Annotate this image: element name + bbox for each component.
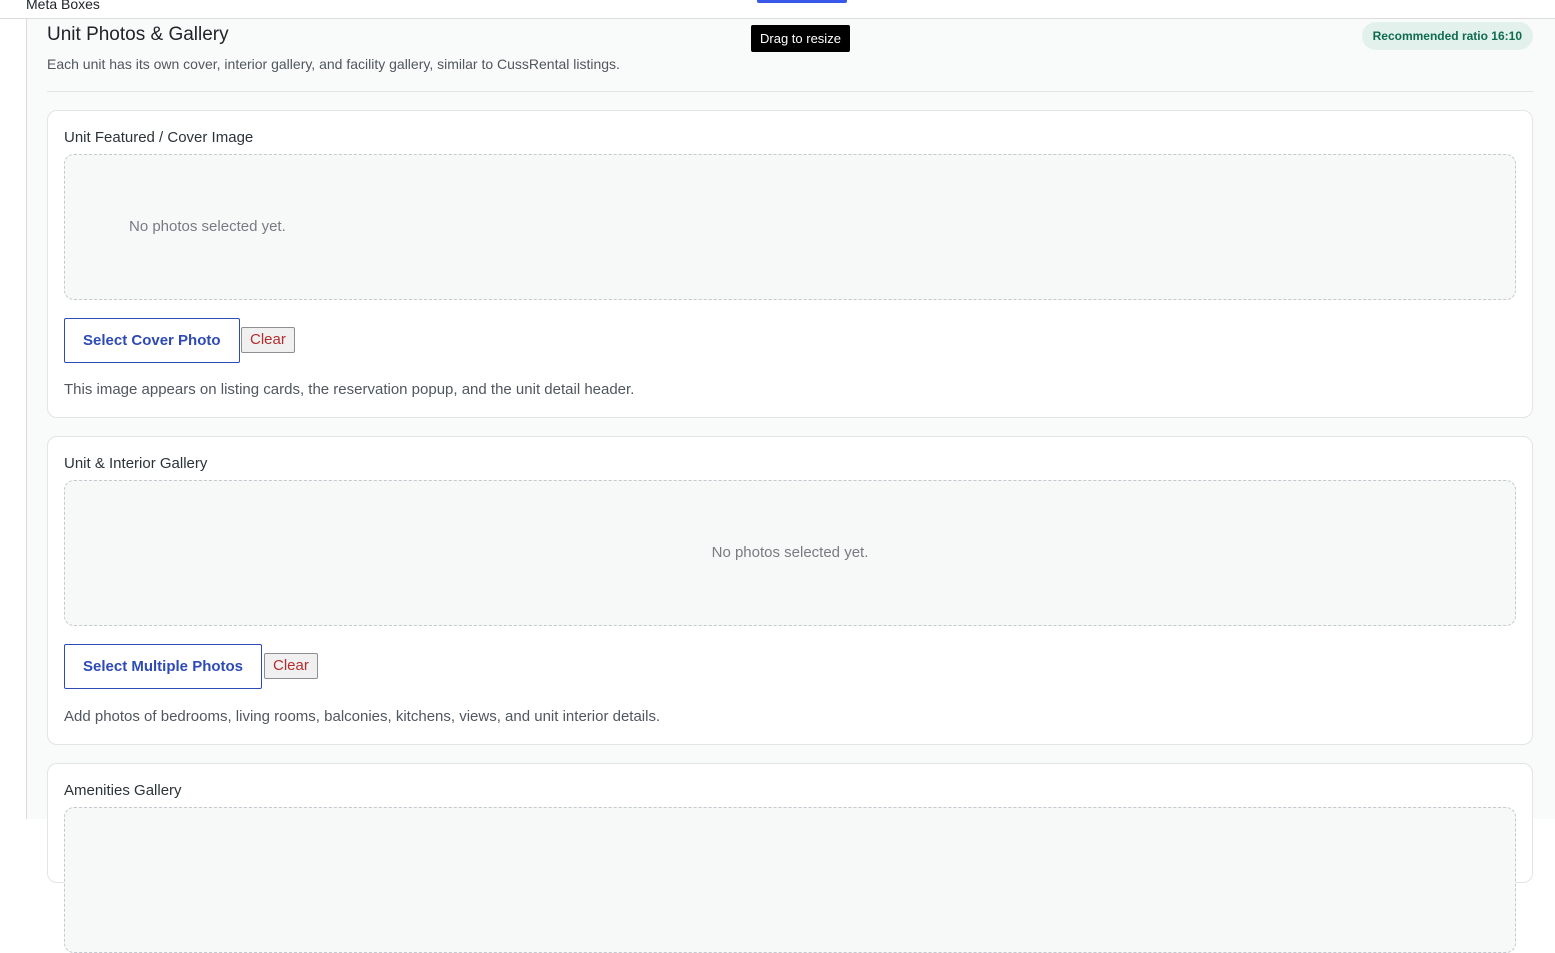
amenities-gallery-card: Amenities Gallery: [47, 763, 1533, 953]
interior-gallery-card: Unit & Interior Gallery No photos select…: [47, 436, 1533, 745]
cover-help-text: This image appears on listing cards, the…: [64, 381, 635, 398]
clear-cover-button[interactable]: Clear: [241, 327, 295, 353]
interior-help-text: Add photos of bedrooms, living rooms, ba…: [64, 708, 661, 725]
interior-gallery-label: Unit & Interior Gallery: [64, 455, 208, 472]
cover-image-card: Unit Featured / Cover Image No photos se…: [47, 110, 1533, 418]
cover-empty-text: No photos selected yet.: [129, 218, 286, 235]
cover-image-dropzone[interactable]: No photos selected yet.: [64, 154, 1516, 300]
meta-boxes-bar: Meta Boxes: [0, 0, 1555, 19]
header-divider: [47, 91, 1533, 92]
resize-handle[interactable]: [757, 0, 847, 3]
clear-interior-button[interactable]: Clear: [264, 653, 318, 679]
select-cover-photo-button[interactable]: Select Cover Photo: [64, 318, 240, 363]
interior-gallery-dropzone[interactable]: No photos selected yet.: [64, 480, 1516, 626]
amenities-gallery-label: Amenities Gallery: [64, 782, 182, 799]
ratio-badge: Recommended ratio 16:10: [1361, 22, 1533, 50]
select-multiple-photos-button[interactable]: Select Multiple Photos: [64, 644, 263, 689]
section-description: Each unit has its own cover, interior ga…: [47, 56, 620, 72]
meta-boxes-title: Meta Boxes: [26, 0, 100, 12]
amenities-gallery-dropzone[interactable]: [64, 807, 1516, 953]
interior-empty-text: No photos selected yet.: [711, 544, 869, 561]
resize-tooltip: Drag to resize: [751, 25, 850, 52]
cover-image-label: Unit Featured / Cover Image: [64, 129, 254, 146]
section-title: Unit Photos & Gallery: [47, 24, 229, 45]
